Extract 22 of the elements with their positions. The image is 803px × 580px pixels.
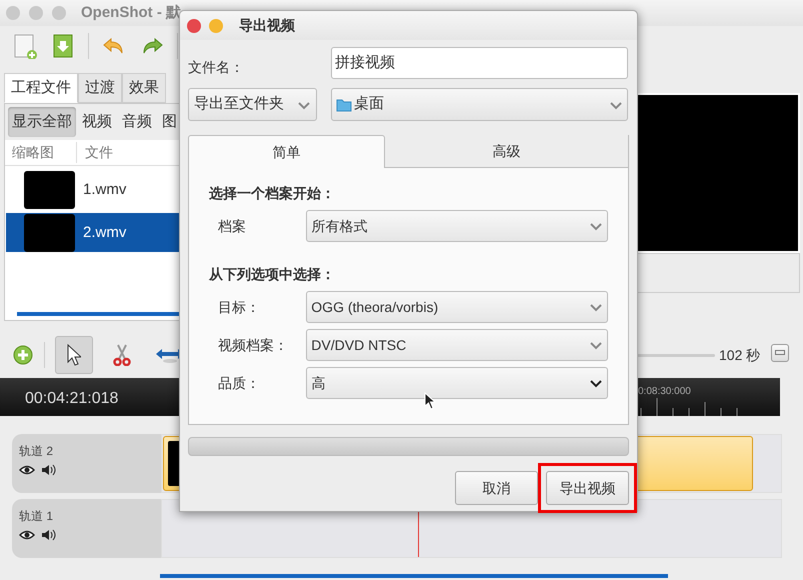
file-name: 2.wmv	[83, 222, 126, 243]
track-name: 轨道 1	[19, 508, 54, 526]
dropdown-value: OGG (theora/vorbis)	[311, 298, 438, 317]
section-heading: 选择一个档案开始：	[209, 184, 336, 203]
field-label: 目标：	[217, 298, 261, 316]
dropdown-value: 导出至文件夹	[194, 94, 284, 114]
field-label: 品质：	[217, 374, 261, 392]
dropdown-value: 桌面	[354, 94, 384, 114]
field-label: 档案	[217, 216, 247, 236]
section-heading: 从下列选项中选择：	[209, 265, 336, 284]
field-label: 文件名：	[188, 58, 245, 76]
dropdown-value: 所有格式	[311, 216, 368, 236]
current-time: 00:04:21:018	[25, 389, 118, 410]
dropdown-value: DV/DVD NTSC	[311, 336, 406, 354]
ruler-label: 0:08:30:000	[638, 385, 691, 400]
dialog-title: 导出视频	[239, 16, 295, 35]
zoom-reading: 102 秒	[719, 346, 760, 365]
field-label: 视频档案：	[217, 336, 289, 354]
file-name: 1.wmv	[83, 180, 126, 200]
window-title: OpenShot - 默	[81, 2, 181, 23]
dropdown-value: 高	[311, 374, 326, 392]
track-name: 轨道 2	[19, 443, 54, 460]
